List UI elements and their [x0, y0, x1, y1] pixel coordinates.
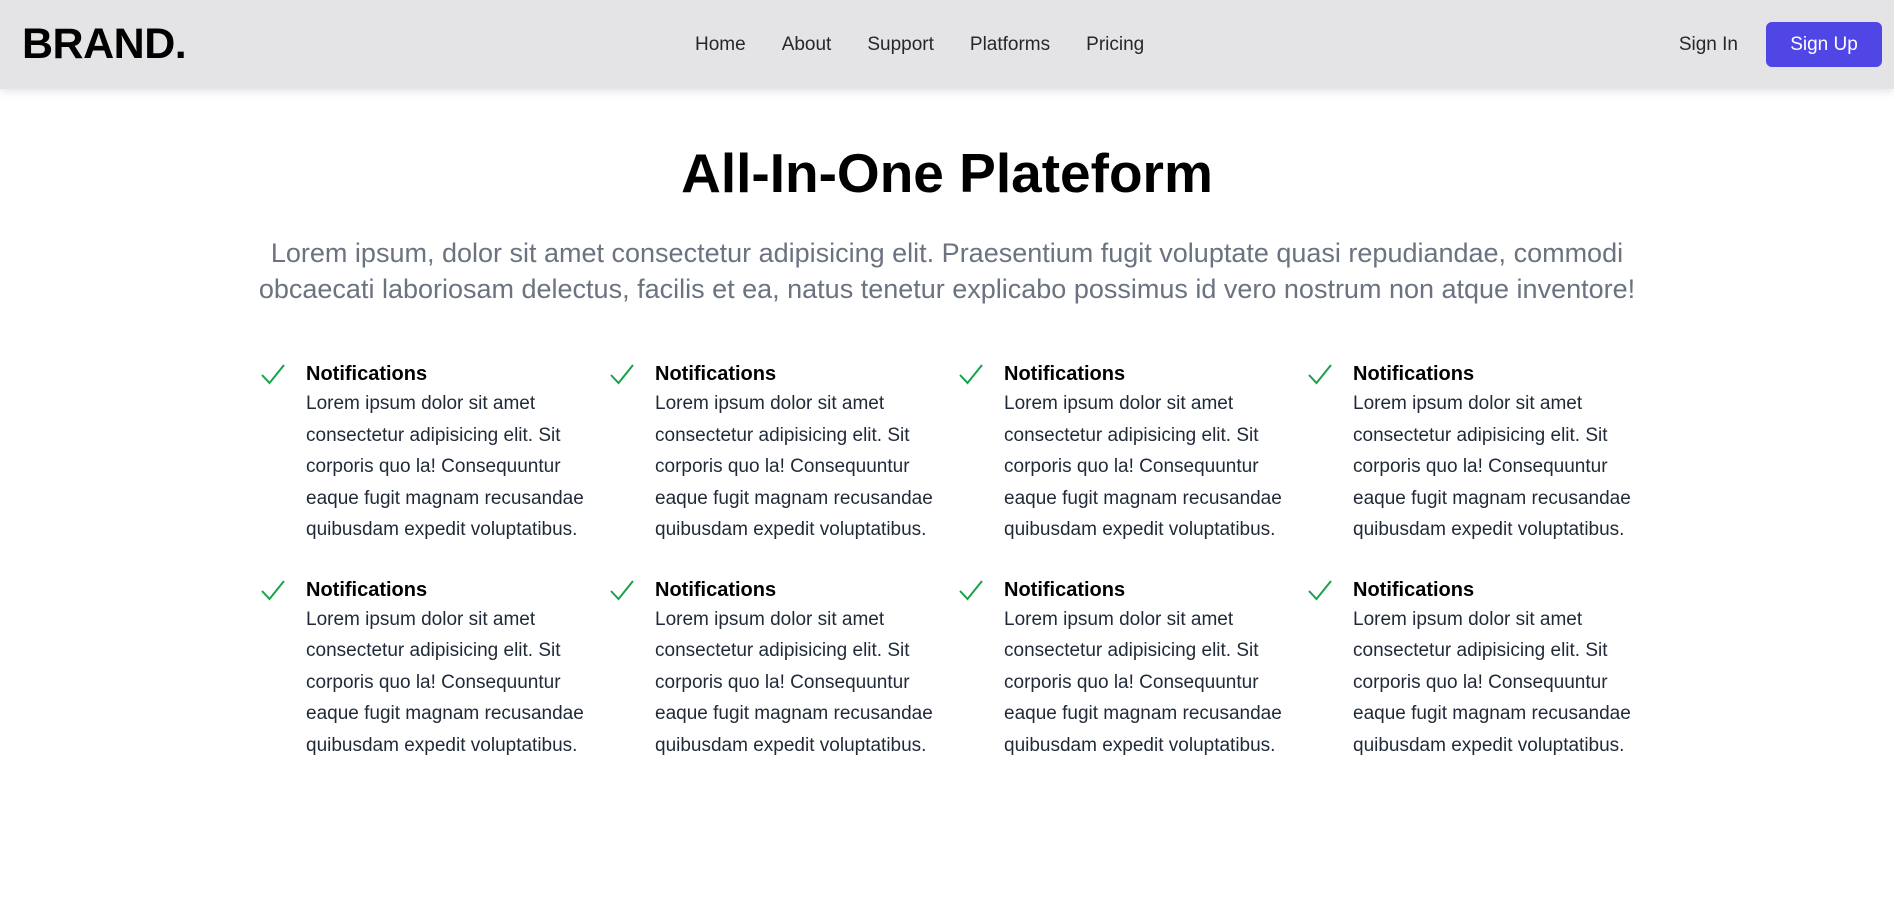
- feature-description: Lorem ipsum dolor sit amet consectetur a…: [655, 393, 933, 540]
- check-icon: [1307, 362, 1333, 388]
- feature-description: Lorem ipsum dolor sit amet consectetur a…: [306, 393, 584, 540]
- page-subtitle: Lorem ipsum, dolor sit amet consectetur …: [258, 238, 1636, 304]
- check-icon: [958, 578, 984, 604]
- feature-title: Notifications: [655, 578, 777, 601]
- feature-item: Notifications Lorem ipsum dolor sit amet…: [958, 576, 1307, 762]
- check-icon: [260, 578, 286, 604]
- feature-title: Notifications: [655, 363, 777, 385]
- feature-item: Notifications Lorem ipsum dolor sit amet…: [609, 360, 958, 546]
- feature-item: Notifications Lorem ipsum dolor sit amet…: [1307, 360, 1656, 546]
- feature-title: Notifications: [306, 363, 428, 385]
- nav-link-support[interactable]: Support: [867, 34, 934, 56]
- sign-up-button[interactable]: Sign Up: [1766, 22, 1882, 67]
- feature-item: Notifications Lorem ipsum dolor sit amet…: [958, 360, 1307, 546]
- feature-description: Lorem ipsum dolor sit amet consectetur a…: [1004, 393, 1282, 540]
- feature-item: Notifications Lorem ipsum dolor sit amet…: [260, 360, 609, 546]
- auth-actions: Sign In Sign Up: [1679, 22, 1882, 67]
- feature-description: Lorem ipsum dolor sit amet consectetur a…: [1004, 608, 1282, 756]
- feature-description: Lorem ipsum dolor sit amet consectetur a…: [1353, 608, 1631, 756]
- feature-title: Notifications: [306, 578, 428, 601]
- page-title: All-In-One Plateform: [681, 142, 1213, 204]
- feature-item: Notifications Lorem ipsum dolor sit amet…: [609, 576, 958, 762]
- top-navbar: BRAND. Home About Support Platforms Pric…: [0, 0, 1894, 89]
- nav-link-home[interactable]: Home: [695, 34, 746, 56]
- feature-description: Lorem ipsum dolor sit amet consectetur a…: [306, 608, 584, 756]
- nav-link-platforms[interactable]: Platforms: [970, 34, 1050, 56]
- main-nav: Home About Support Platforms Pricing: [695, 0, 1180, 89]
- feature-grid: Notifications Lorem ipsum dolor sit amet…: [260, 360, 1640, 761]
- feature-description: Lorem ipsum dolor sit amet consectetur a…: [655, 608, 933, 756]
- feature-title: Notifications: [1353, 363, 1475, 385]
- brand-logo[interactable]: BRAND.: [22, 20, 187, 69]
- check-icon: [609, 362, 635, 388]
- feature-item: Notifications Lorem ipsum dolor sit amet…: [260, 576, 609, 762]
- sign-in-link[interactable]: Sign In: [1679, 34, 1738, 56]
- check-icon: [609, 578, 635, 604]
- nav-link-pricing[interactable]: Pricing: [1086, 34, 1144, 56]
- feature-title: Notifications: [1004, 363, 1126, 385]
- feature-description: Lorem ipsum dolor sit amet consectetur a…: [1353, 393, 1631, 540]
- feature-title: Notifications: [1004, 578, 1126, 601]
- check-icon: [260, 362, 286, 388]
- feature-item: Notifications Lorem ipsum dolor sit amet…: [1307, 576, 1656, 762]
- features-section: All-In-One Plateform Lorem ipsum, dolor …: [0, 89, 1894, 897]
- feature-title: Notifications: [1353, 578, 1475, 601]
- check-icon: [1307, 578, 1333, 604]
- nav-link-about[interactable]: About: [782, 34, 832, 56]
- check-icon: [958, 362, 984, 388]
